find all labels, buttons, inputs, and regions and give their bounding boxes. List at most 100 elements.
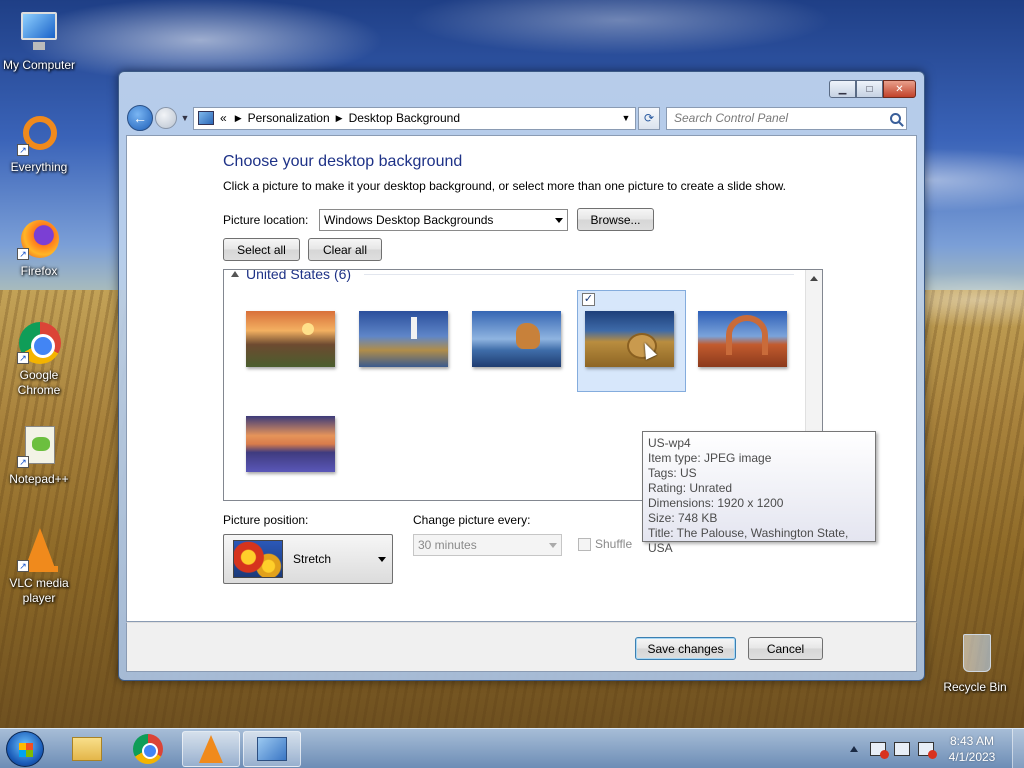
change-picture-select[interactable]: 30 minutes <box>413 534 562 556</box>
cancel-button[interactable]: Cancel <box>748 637 823 660</box>
start-button[interactable] <box>6 731 44 767</box>
thumbnail-tooltip: US-wp4 Item type: JPEG image Tags: US Ra… <box>642 431 876 555</box>
taskbar-google-chrome[interactable] <box>119 731 177 767</box>
thumbnail-checkbox[interactable]: ✓ <box>582 293 595 306</box>
desktop-icon-my-computer[interactable]: My Computer <box>0 8 78 73</box>
firefox-icon: ↗ <box>15 214 63 262</box>
maximize-button[interactable]: □ <box>856 80 883 98</box>
clock[interactable]: 8:43 AM 4/1/2023 <box>942 733 1002 765</box>
desktop-icon-label: Everything <box>10 160 68 174</box>
picture-position-preview <box>233 540 283 578</box>
wallpaper-thumbnail[interactable] <box>246 311 335 367</box>
picture-position-value: Stretch <box>293 552 332 566</box>
scroll-up-icon[interactable] <box>810 276 818 281</box>
taskbar-vlc[interactable] <box>182 731 240 767</box>
picture-position-label: Picture position: <box>223 513 309 527</box>
volume-muted-icon[interactable] <box>918 742 937 759</box>
picture-location-value: Windows Desktop Backgrounds <box>324 213 494 227</box>
page-title: Choose your desktop background <box>223 153 463 170</box>
desktop-icon-label: Google Chrome <box>17 368 61 397</box>
system-tray: 8:43 AM 4/1/2023 <box>850 729 1024 768</box>
desktop-icon-notepad-plus-plus[interactable]: ↗ Notepad++ <box>0 422 78 487</box>
taskbar: 8:43 AM 4/1/2023 <box>0 728 1024 768</box>
chrome-icon: ↗ <box>15 318 63 366</box>
desktop-icon-recycle-bin[interactable]: Recycle Bin <box>936 630 1014 695</box>
shuffle-label: Shuffle <box>595 537 633 551</box>
everything-icon: ↗ <box>15 110 63 158</box>
change-picture-label: Change picture every: <box>413 513 531 527</box>
content-pane: Choose your desktop background Click a p… <box>126 135 917 622</box>
close-button[interactable]: ✕ <box>883 80 916 98</box>
desktop-icon-vlc[interactable]: ↗ VLC media player <box>0 526 78 606</box>
collapse-triangle-icon[interactable] <box>231 271 239 277</box>
shuffle-checkbox[interactable]: Shuffle <box>578 537 632 551</box>
back-arrow-icon: ← <box>133 110 147 126</box>
tooltip-line: Size: 748 KB <box>648 511 718 525</box>
wallpaper-thumbnail[interactable] <box>472 311 561 367</box>
chevron-down-icon <box>378 556 386 562</box>
clock-time: 8:43 AM <box>949 734 995 748</box>
wallpaper-thumbnail-selected[interactable] <box>585 311 674 367</box>
refresh-button[interactable]: ⟳ <box>638 106 660 130</box>
desktop-icon-everything[interactable]: ↗ Everything <box>0 110 78 175</box>
breadcrumb-personalization[interactable]: Personalization <box>248 111 330 125</box>
caption-buttons: ▁ □ ✕ <box>829 80 916 98</box>
tooltip-line: Item type: JPEG image <box>648 451 772 465</box>
address-bar[interactable]: « ▶ Personalization ▶ Desktop Background… <box>193 106 636 130</box>
navigation-bar: ← ▼ « ▶ Personalization ▶ Desktop Backgr… <box>127 104 916 132</box>
picture-location-select[interactable]: Windows Desktop Backgrounds <box>319 209 568 231</box>
group-header[interactable]: United States (6) <box>231 269 352 282</box>
action-center-icon[interactable] <box>870 742 889 759</box>
search-input[interactable]: Search Control Panel <box>666 106 907 130</box>
group-header-label: United States (6) <box>246 269 352 282</box>
tooltip-line: Tags: US <box>648 466 697 480</box>
group-divider <box>364 274 794 275</box>
picture-location-label: Picture location: <box>223 213 309 227</box>
desktop-background-window: ▁ □ ✕ ← ▼ « ▶ Personalization ▶ Desktop … <box>118 71 925 681</box>
minimize-button[interactable]: ▁ <box>829 80 856 98</box>
address-dropdown-icon[interactable]: ▼ <box>617 113 635 123</box>
save-changes-button[interactable]: Save changes <box>635 637 736 660</box>
wallpaper-thumbnail[interactable] <box>246 416 335 472</box>
minimize-icon: ▁ <box>838 83 847 95</box>
wallpaper-thumbnail[interactable] <box>359 311 448 367</box>
tooltip-line: Title: The Palouse, Washington State, US… <box>648 526 849 555</box>
tooltip-line: US-wp4 <box>648 436 691 450</box>
close-icon: ✕ <box>895 83 904 95</box>
show-hidden-icons-button[interactable] <box>850 746 858 752</box>
taskbar-windows-explorer[interactable] <box>58 731 116 767</box>
browse-button[interactable]: Browse... <box>577 208 654 231</box>
breadcrumb-overflow[interactable]: « <box>220 111 227 125</box>
select-all-button[interactable]: Select all <box>223 238 300 261</box>
chrome-icon <box>133 734 163 764</box>
checkbox-box[interactable] <box>578 537 591 551</box>
forward-button[interactable] <box>155 107 177 129</box>
clear-all-button[interactable]: Clear all <box>308 238 382 261</box>
button-bar: Save changes Cancel <box>126 622 917 672</box>
wallpaper-thumbnail[interactable] <box>698 311 787 367</box>
vlc-icon: ↗ <box>15 526 63 574</box>
breadcrumb-separator-icon[interactable]: ▶ <box>336 113 343 124</box>
recent-pages-dropdown[interactable]: ▼ <box>179 113 191 123</box>
computer-icon <box>15 8 63 56</box>
desktop-icon-firefox[interactable]: ↗ Firefox <box>0 214 78 279</box>
desktop-icon-label: My Computer <box>2 58 76 72</box>
clock-date: 4/1/2023 <box>948 750 996 764</box>
picture-position-select[interactable]: Stretch <box>223 534 393 584</box>
tooltip-line: Rating: Unrated <box>648 481 733 495</box>
refresh-icon: ⟳ <box>643 111 655 125</box>
instructions-text: Click a picture to make it your desktop … <box>223 179 786 193</box>
show-desktop-button[interactable] <box>1012 729 1024 768</box>
search-icon[interactable] <box>890 112 901 124</box>
change-picture-value: 30 minutes <box>418 538 477 552</box>
desktop-icon-google-chrome[interactable]: ↗ Google Chrome <box>0 318 78 398</box>
taskbar-control-panel[interactable] <box>243 731 301 767</box>
desktop-icon-label: Notepad++ <box>9 472 69 486</box>
maximize-icon: □ <box>866 83 873 95</box>
network-icon[interactable] <box>894 742 910 756</box>
folder-icon <box>72 737 102 761</box>
breadcrumb-desktop-background[interactable]: Desktop Background <box>349 111 460 125</box>
back-button[interactable]: ← <box>127 105 153 131</box>
notepad-plus-plus-icon: ↗ <box>15 422 63 470</box>
search-placeholder: Search Control Panel <box>674 111 789 125</box>
